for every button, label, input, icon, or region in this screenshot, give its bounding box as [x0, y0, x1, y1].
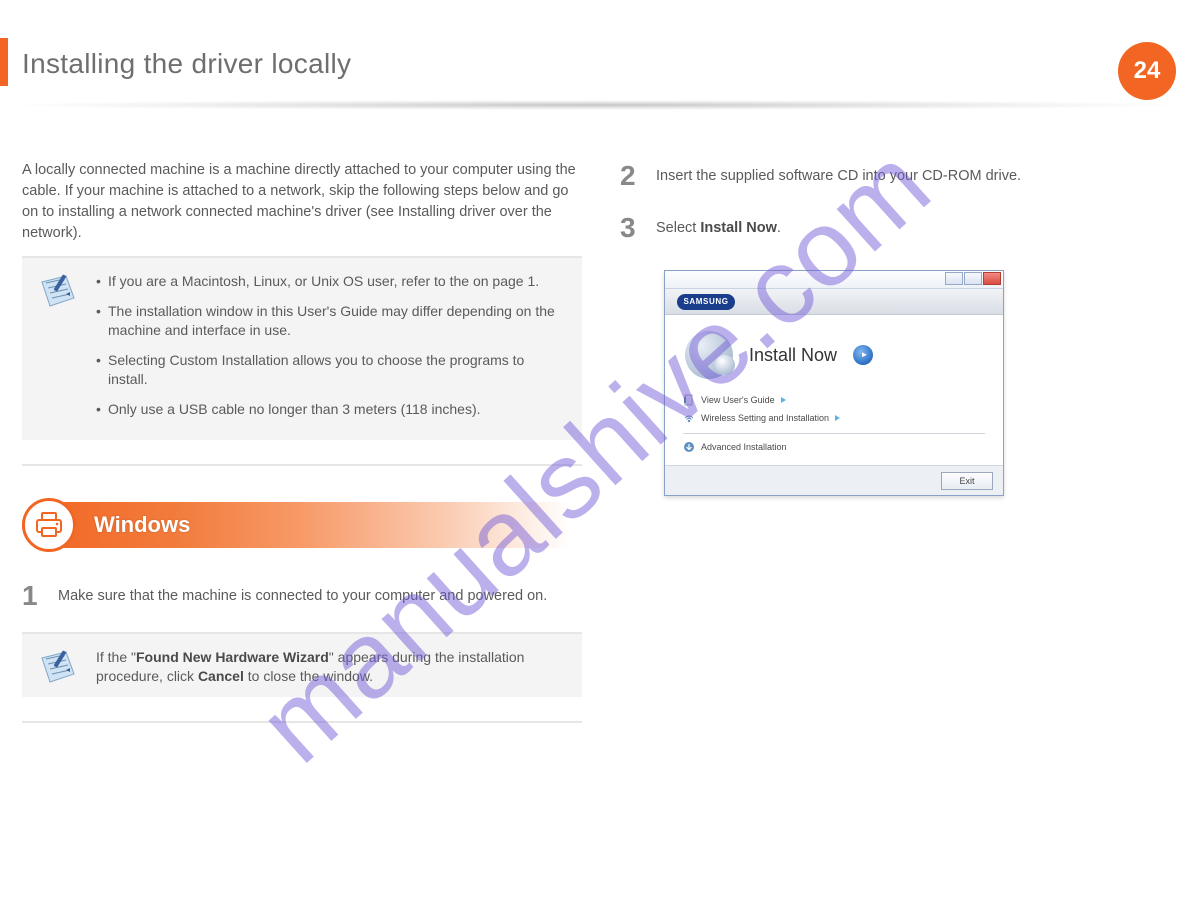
header-divider — [12, 100, 1176, 110]
installer-body: Install Now View User's Guide Wireless S… — [665, 315, 1003, 465]
minimize-button[interactable] — [945, 272, 963, 285]
wireless-setting-label: Wireless Setting and Installation — [701, 413, 829, 423]
intro-paragraph: A locally connected machine is a machine… — [22, 160, 582, 244]
note1-item-2: Selecting Custom Installation allows you… — [96, 351, 562, 390]
note2-rule-bottom — [22, 721, 582, 723]
right-column: 2 Insert the supplied software CD into y… — [620, 160, 1160, 496]
view-users-guide-row[interactable]: View User's Guide — [683, 391, 985, 409]
header-accent — [0, 38, 8, 86]
page-number: 24 — [1134, 57, 1161, 85]
step-2: 2 Insert the supplied software CD into y… — [620, 160, 1160, 192]
installer-rule — [683, 433, 985, 434]
play-arrow-icon — [781, 397, 786, 403]
advanced-icon — [683, 441, 695, 453]
left-column: A locally connected machine is a machine… — [22, 160, 582, 743]
step-3-number: 3 — [620, 212, 656, 244]
note-block-1: If you are a Macintosh, Linux, or Unix O… — [22, 258, 582, 440]
window-buttons — [945, 272, 1001, 285]
note1-item-0: If you are a Macintosh, Linux, or Unix O… — [96, 272, 562, 292]
step-3: 3 Select Install Now. — [620, 212, 1160, 244]
step-2-text: Insert the supplied software CD into you… — [656, 160, 1021, 192]
note-rule-bottom — [22, 464, 582, 466]
cd-globe-icon — [685, 331, 733, 379]
advanced-installation-row[interactable]: Advanced Installation — [683, 438, 985, 461]
note1-item-1: The installation window in this User's G… — [96, 302, 562, 341]
page-title: Installing the driver locally — [22, 48, 351, 80]
note-icon — [36, 272, 80, 317]
advanced-installation-label: Advanced Installation — [701, 442, 787, 452]
printer-icon-ring — [22, 498, 76, 552]
play-arrow-icon — [835, 415, 840, 421]
guide-icon — [683, 394, 695, 406]
maximize-button[interactable] — [964, 272, 982, 285]
wireless-setting-row[interactable]: Wireless Setting and Installation — [683, 409, 985, 427]
step-1: 1 Make sure that the machine is connecte… — [22, 580, 582, 612]
page-number-bubble: 24 — [1118, 42, 1176, 100]
section-banner: Windows — [22, 498, 582, 552]
step-3-text: Select Install Now. — [656, 212, 781, 244]
exit-button[interactable]: Exit — [941, 472, 993, 490]
step-2-number: 2 — [620, 160, 656, 192]
note-block-2: If the "Found New Hardware Wizard" appea… — [22, 634, 582, 697]
note2-text: If the "Found New Hardware Wizard" appea… — [96, 648, 562, 687]
step-1-number: 1 — [22, 580, 58, 612]
note-icon — [36, 648, 80, 693]
installer-titlebar — [665, 271, 1003, 289]
wireless-icon — [683, 412, 695, 424]
samsung-logo: SAMSUNG — [677, 294, 735, 310]
step-1-text: Make sure that the machine is connected … — [58, 580, 547, 612]
installer-dialog: SAMSUNG Install Now View User's Guide Wi… — [664, 270, 1004, 496]
section-label: Windows — [94, 512, 190, 538]
close-button[interactable] — [983, 272, 1001, 285]
installer-brandbar: SAMSUNG — [665, 289, 1003, 315]
install-now-row[interactable]: Install Now — [683, 325, 985, 391]
view-users-guide-label: View User's Guide — [701, 395, 775, 405]
note1-item-3: Only use a USB cable no longer than 3 me… — [96, 400, 562, 420]
install-now-label: Install Now — [749, 345, 837, 366]
installer-footer: Exit — [665, 465, 1003, 495]
go-arrow-icon[interactable] — [853, 345, 873, 365]
printer-icon — [34, 511, 64, 539]
